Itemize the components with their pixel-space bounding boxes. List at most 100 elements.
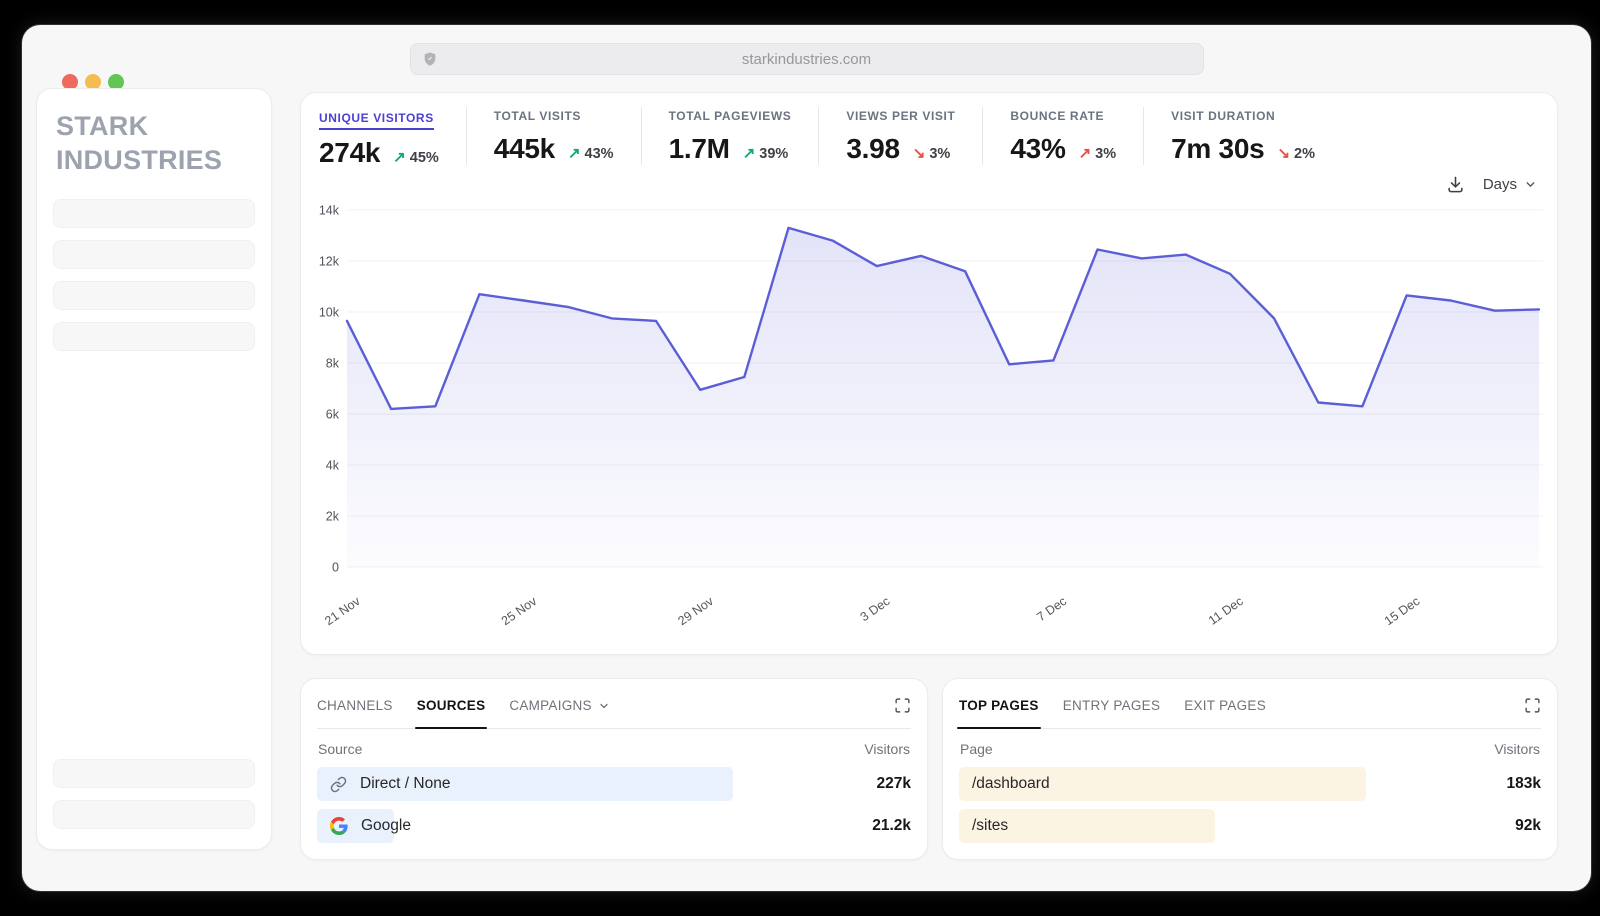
column-header-source: Source — [318, 741, 362, 757]
stat-change-value: 45% — [410, 150, 439, 166]
stat-total-pageviews[interactable]: TOTAL PAGEVIEWS 1.7M ↗39% — [641, 107, 819, 165]
column-header-visitors: Visitors — [864, 741, 910, 757]
chart-toolbar: Days — [317, 171, 1537, 197]
stat-change: ↗45% — [393, 148, 439, 166]
table-row[interactable]: Direct / None 227k — [317, 767, 911, 801]
stat-change: ↗3% — [1079, 144, 1117, 162]
table-row[interactable]: /sites 92k — [959, 809, 1541, 843]
column-header-page: Page — [960, 741, 993, 757]
row-value: 227k — [877, 775, 911, 793]
stat-label: UNIQUE VISITORS — [319, 111, 434, 130]
tab-top-pages[interactable]: TOP PAGES — [959, 698, 1039, 713]
stat-unique-visitors[interactable]: UNIQUE VISITORS 274k ↗45% — [317, 107, 466, 169]
stat-value-row: 7m 30s↘2% — [1171, 133, 1315, 165]
sidebar-bottom-group — [53, 759, 255, 829]
row-label: Direct / None — [317, 775, 450, 793]
sidebar-skeleton-item — [53, 759, 255, 788]
tab-campaigns[interactable]: CAMPAIGNS — [509, 698, 609, 713]
arrow-up-right-icon: ↗ — [568, 144, 581, 162]
sources-column-headers: Source Visitors — [318, 741, 910, 757]
stat-change: ↗43% — [568, 144, 614, 162]
stat-value: 3.98 — [846, 133, 899, 165]
stat-label: VISIT DURATION — [1171, 109, 1315, 123]
area-fill — [347, 228, 1539, 567]
y-tick-label: 12k — [319, 255, 340, 269]
stat-change-value: 2% — [1294, 146, 1315, 162]
stat-value-row: 274k ↗45% — [319, 137, 439, 169]
visitors-chart: 02k4k6k8k10k12k14k21 Nov25 Nov29 Nov3 De… — [317, 199, 1543, 649]
sidebar-skeleton-item — [53, 199, 255, 228]
arrow-down-right-icon: ↘ — [1277, 144, 1290, 162]
stat-visit-duration[interactable]: VISIT DURATION 7m 30s↘2% — [1143, 107, 1342, 165]
url-text: starkindustries.com — [742, 51, 871, 68]
stat-value: 445k — [494, 133, 555, 165]
stat-label: TOTAL PAGEVIEWS — [669, 109, 792, 123]
download-icon[interactable] — [1446, 175, 1465, 194]
sidebar-skeleton-item — [53, 800, 255, 829]
stat-value-row: 43% ↗3% — [1010, 133, 1116, 165]
arrow-up-right-icon: ↗ — [393, 148, 406, 166]
stat-change: ↘3% — [913, 144, 951, 162]
tab-channels[interactable]: CHANNELS — [317, 698, 393, 713]
arrow-down-right-icon: ↘ — [913, 144, 926, 162]
stat-value-row: 1.7M ↗39% — [669, 133, 792, 165]
x-tick-label: 25 Nov — [499, 594, 540, 629]
expand-icon[interactable] — [1524, 697, 1541, 714]
tab-exit-pages[interactable]: EXIT PAGES — [1184, 698, 1266, 713]
y-tick-label: 6k — [326, 408, 340, 422]
browser-window: starkindustries.com STARK INDUSTRIES UNI… — [22, 25, 1591, 891]
interval-dropdown[interactable]: Days — [1483, 176, 1537, 193]
stat-value: 1.7M — [669, 133, 730, 165]
tab-label: SOURCES — [417, 698, 486, 713]
stat-change-value: 3% — [1095, 146, 1116, 162]
x-tick-label: 7 Dec — [1034, 594, 1069, 624]
stat-value: 274k — [319, 137, 380, 169]
expand-icon[interactable] — [894, 697, 911, 714]
brand-title: STARK INDUSTRIES — [56, 109, 226, 177]
x-tick-label: 3 Dec — [858, 594, 893, 624]
stat-views-per-visit[interactable]: VIEWS PER VISIT 3.98 ↘3% — [818, 107, 982, 165]
stat-change-value: 3% — [929, 146, 950, 162]
row-value: 183k — [1507, 775, 1541, 793]
stat-value: 43% — [1010, 133, 1065, 165]
sidebar: STARK INDUSTRIES — [36, 88, 272, 850]
stat-value-row: 3.98 ↘3% — [846, 133, 955, 165]
table-row[interactable]: Google21.2k — [317, 809, 911, 843]
sidebar-skeleton-item — [53, 281, 255, 310]
analytics-card: UNIQUE VISITORS274k↗45%TOTAL VISITS445k↗… — [300, 92, 1558, 655]
arrow-up-right-icon: ↗ — [1079, 144, 1092, 162]
stat-change-value: 43% — [585, 146, 614, 162]
row-label: /dashboard — [959, 775, 1050, 793]
shield-icon — [422, 51, 438, 67]
y-tick-label: 8k — [326, 357, 340, 371]
stat-change-value: 39% — [759, 146, 788, 162]
tab-label: TOP PAGES — [959, 698, 1039, 713]
stat-value-row: 445k ↗43% — [494, 133, 614, 165]
row-label-text: /dashboard — [972, 775, 1050, 793]
x-tick-label: 15 Dec — [1382, 594, 1422, 628]
tab-entry-pages[interactable]: ENTRY PAGES — [1063, 698, 1161, 713]
row-label-text: /sites — [972, 817, 1008, 835]
stat-total-visits[interactable]: TOTAL VISITS 445k ↗43% — [466, 107, 641, 165]
interval-label: Days — [1483, 176, 1517, 193]
row-label-text: Direct / None — [360, 775, 450, 793]
row-value: 92k — [1515, 817, 1541, 835]
tab-sources[interactable]: SOURCES — [417, 698, 486, 713]
chevron-down-icon — [1524, 178, 1537, 191]
url-bar[interactable]: starkindustries.com — [410, 43, 1204, 75]
chevron-down-icon — [598, 700, 610, 712]
stat-bounce-rate[interactable]: BOUNCE RATE43%↗3% — [982, 107, 1143, 165]
sources-rows: Direct / None 227k Google21.2k — [317, 767, 911, 843]
x-tick-label: 21 Nov — [322, 594, 363, 629]
pages-rows: /dashboard 183k/sites 92k — [959, 767, 1541, 843]
stat-label: VIEWS PER VISIT — [846, 109, 955, 123]
chart-area: 02k4k6k8k10k12k14k21 Nov25 Nov29 Nov3 De… — [317, 199, 1541, 654]
sources-tabs: CHANNELS SOURCES CAMPAIGNS — [317, 697, 911, 729]
row-label: Google — [317, 817, 411, 835]
y-tick-label: 4k — [326, 459, 340, 473]
stat-label: TOTAL VISITS — [494, 109, 614, 123]
table-row[interactable]: /dashboard 183k — [959, 767, 1541, 801]
sources-panel: CHANNELS SOURCES CAMPAIGNS Source Visitors… — [300, 678, 928, 860]
x-tick-label: 11 Dec — [1206, 594, 1246, 628]
arrow-up-right-icon: ↗ — [743, 144, 756, 162]
